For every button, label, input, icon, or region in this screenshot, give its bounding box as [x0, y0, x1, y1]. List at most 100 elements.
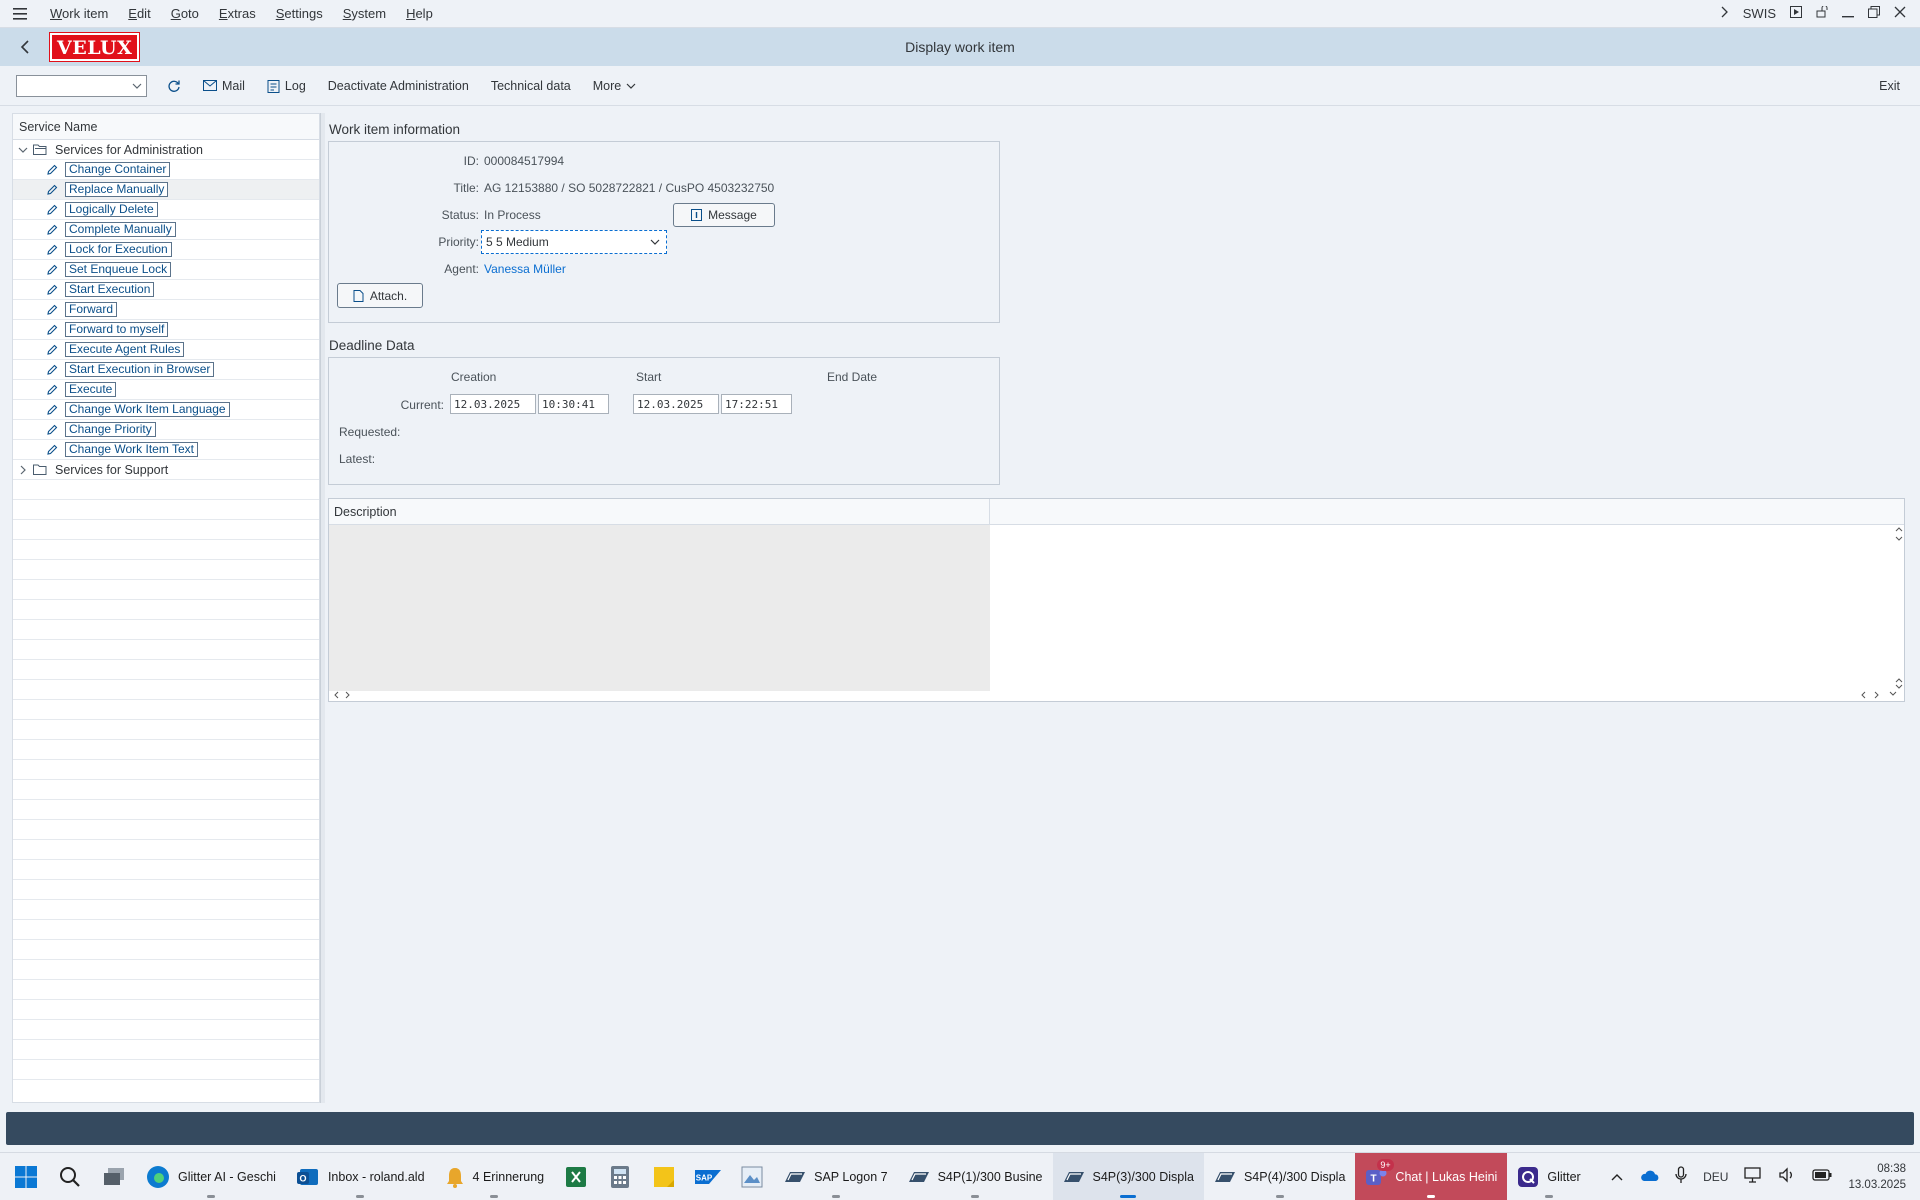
mail-button[interactable]: Mail	[203, 79, 245, 93]
windows-start-icon[interactable]	[4, 1153, 48, 1200]
clock[interactable]: 08:38 13.03.2025	[1848, 1161, 1906, 1193]
tree-service-item[interactable]: Execute	[13, 380, 319, 400]
scroll-left-right-icon[interactable]	[1860, 691, 1900, 699]
taskbar-app-edge[interactable]: Glitter AI - Geschi	[136, 1153, 286, 1200]
tree-service-label[interactable]: Complete Manually	[65, 222, 176, 237]
tree-service-item[interactable]: Change Work Item Language	[13, 400, 319, 420]
priority-select[interactable]: 5 5 Medium	[481, 230, 667, 254]
scroll-left-right-icon[interactable]	[333, 691, 353, 699]
hamburger-menu-icon[interactable]	[0, 7, 40, 20]
restore-icon[interactable]	[1868, 6, 1880, 21]
excel-icon[interactable]	[554, 1153, 598, 1200]
menu-work-item[interactable]: Work item	[40, 6, 118, 21]
tree-service-label[interactable]: Set Enqueue Lock	[65, 262, 172, 277]
tree-service-label[interactable]: Change Priority	[65, 422, 156, 437]
description-text-area[interactable]	[329, 525, 990, 691]
tree-service-item[interactable]: Forward	[13, 300, 319, 320]
tree-service-item[interactable]: Set Enqueue Lock	[13, 260, 319, 280]
back-arrow-icon[interactable]	[0, 40, 50, 54]
taskbar-app-s4p4[interactable]: S4P(4)/300 Displa	[1204, 1153, 1355, 1200]
onedrive-cloud-icon[interactable]	[1639, 1169, 1659, 1185]
minimize-icon[interactable]	[1842, 6, 1854, 21]
tree-service-item[interactable]: Lock for Execution	[13, 240, 319, 260]
tree-service-label[interactable]: Change Work Item Language	[65, 402, 230, 417]
menu-system[interactable]: System	[333, 6, 396, 21]
display-icon[interactable]	[1744, 1167, 1762, 1186]
tree-service-item[interactable]: Change Work Item Text	[13, 440, 319, 460]
deactivate-administration-button[interactable]: Deactivate Administration	[328, 79, 469, 93]
creation-time-field[interactable]: 10:30:41	[538, 394, 609, 414]
tree-service-item[interactable]: Logically Delete	[13, 200, 319, 220]
keyboard-language[interactable]: DEU	[1703, 1170, 1728, 1184]
menu-extras[interactable]: Extras	[209, 6, 266, 21]
taskbar-app-outlook[interactable]: O Inbox - roland.ald	[286, 1153, 435, 1200]
tree-service-item[interactable]: Execute Agent Rules	[13, 340, 319, 360]
taskbar-app-glitter[interactable]: Glitter	[1507, 1153, 1590, 1200]
pencil-icon	[45, 204, 59, 216]
tree-service-item[interactable]: Start Execution	[13, 280, 319, 300]
menu-edit[interactable]: Edit	[118, 6, 160, 21]
chevron-right-icon[interactable]	[15, 465, 31, 475]
tree-service-item[interactable]: Change Priority	[13, 420, 319, 440]
taskbar-app-reminders[interactable]: 4 Erinnerung	[435, 1153, 555, 1200]
refresh-button[interactable]	[167, 79, 181, 93]
tree-service-label[interactable]: Start Execution in Browser	[65, 362, 215, 377]
log-button[interactable]: Log	[267, 79, 306, 93]
sap-icon[interactable]: SAP	[686, 1153, 730, 1200]
creation-date-field[interactable]: 12.03.2025	[450, 394, 536, 414]
play-icon[interactable]	[1790, 6, 1802, 21]
menu-help[interactable]: Help	[396, 6, 443, 21]
search-icon[interactable]	[48, 1153, 92, 1200]
tree-empty-row	[13, 780, 319, 800]
tree-service-label[interactable]: Execute Agent Rules	[65, 342, 185, 357]
tree-folder-support[interactable]: Services for Support	[13, 460, 319, 480]
tree-service-item[interactable]: Replace Manually	[13, 180, 319, 200]
microphone-icon[interactable]	[1675, 1166, 1687, 1187]
tree-service-label[interactable]: Change Container	[65, 162, 171, 177]
tree-service-label[interactable]: Logically Delete	[65, 202, 158, 217]
technical-data-button[interactable]: Technical data	[491, 79, 571, 93]
tree-service-label[interactable]: Change Work Item Text	[65, 442, 198, 457]
menu-goto[interactable]: Goto	[161, 6, 209, 21]
tree-service-item[interactable]: Complete Manually	[13, 220, 319, 240]
horizontal-scrollbar[interactable]	[329, 689, 1904, 701]
tree-service-item[interactable]: Change Container	[13, 160, 319, 180]
unlock-icon[interactable]	[1816, 5, 1828, 21]
chevron-down-icon[interactable]	[15, 147, 31, 153]
vertical-scrollbar[interactable]	[1894, 525, 1904, 691]
tree-service-label[interactable]: Execute	[65, 382, 117, 397]
battery-icon[interactable]	[1812, 1169, 1832, 1184]
exit-button[interactable]: Exit	[1879, 79, 1900, 93]
tree-service-item[interactable]: Start Execution in Browser	[13, 360, 319, 380]
sap-gui-icon	[1063, 1171, 1084, 1182]
tree-service-item[interactable]: Forward to myself	[13, 320, 319, 340]
agent-link[interactable]: Vanessa Müller	[484, 262, 566, 276]
tree-service-label[interactable]: Lock for Execution	[65, 242, 172, 257]
image-viewer-icon[interactable]	[730, 1153, 774, 1200]
command-field-combo[interactable]	[16, 74, 147, 97]
tree-folder-administration[interactable]: Services for Administration	[13, 140, 319, 160]
tree-service-label[interactable]: Forward	[65, 302, 118, 317]
chevron-right-icon[interactable]	[1721, 6, 1729, 21]
more-button[interactable]: More	[593, 79, 636, 93]
sticky-notes-icon[interactable]	[642, 1153, 686, 1200]
attach-button[interactable]: Attach.	[337, 283, 423, 308]
tree-empty-row	[13, 500, 319, 520]
message-button[interactable]: Message	[673, 203, 775, 227]
taskbar-app-teams-chat[interactable]: T 9+ Chat | Lukas Heini	[1355, 1152, 1508, 1200]
tree-service-label[interactable]: Start Execution	[65, 282, 155, 297]
calculator-icon[interactable]	[598, 1153, 642, 1200]
tree-service-label[interactable]: Forward to myself	[65, 322, 169, 337]
close-icon[interactable]	[1894, 6, 1906, 21]
splitter-handle[interactable]	[320, 113, 325, 1103]
taskbar-app-s4p1[interactable]: S4P(1)/300 Busine	[898, 1153, 1053, 1200]
taskbar-app-sap-logon[interactable]: SAP Logon 7	[774, 1153, 897, 1200]
menu-settings[interactable]: Settings	[266, 6, 333, 21]
taskbar-app-s4p3[interactable]: S4P(3)/300 Displa	[1052, 1152, 1204, 1200]
chevron-up-icon[interactable]	[1611, 1170, 1623, 1184]
start-time-field[interactable]: 17:22:51	[721, 394, 792, 414]
start-date-field[interactable]: 12.03.2025	[633, 394, 719, 414]
task-view-icon[interactable]	[92, 1153, 136, 1200]
tree-service-label[interactable]: Replace Manually	[65, 182, 169, 197]
speaker-icon[interactable]	[1778, 1167, 1796, 1186]
